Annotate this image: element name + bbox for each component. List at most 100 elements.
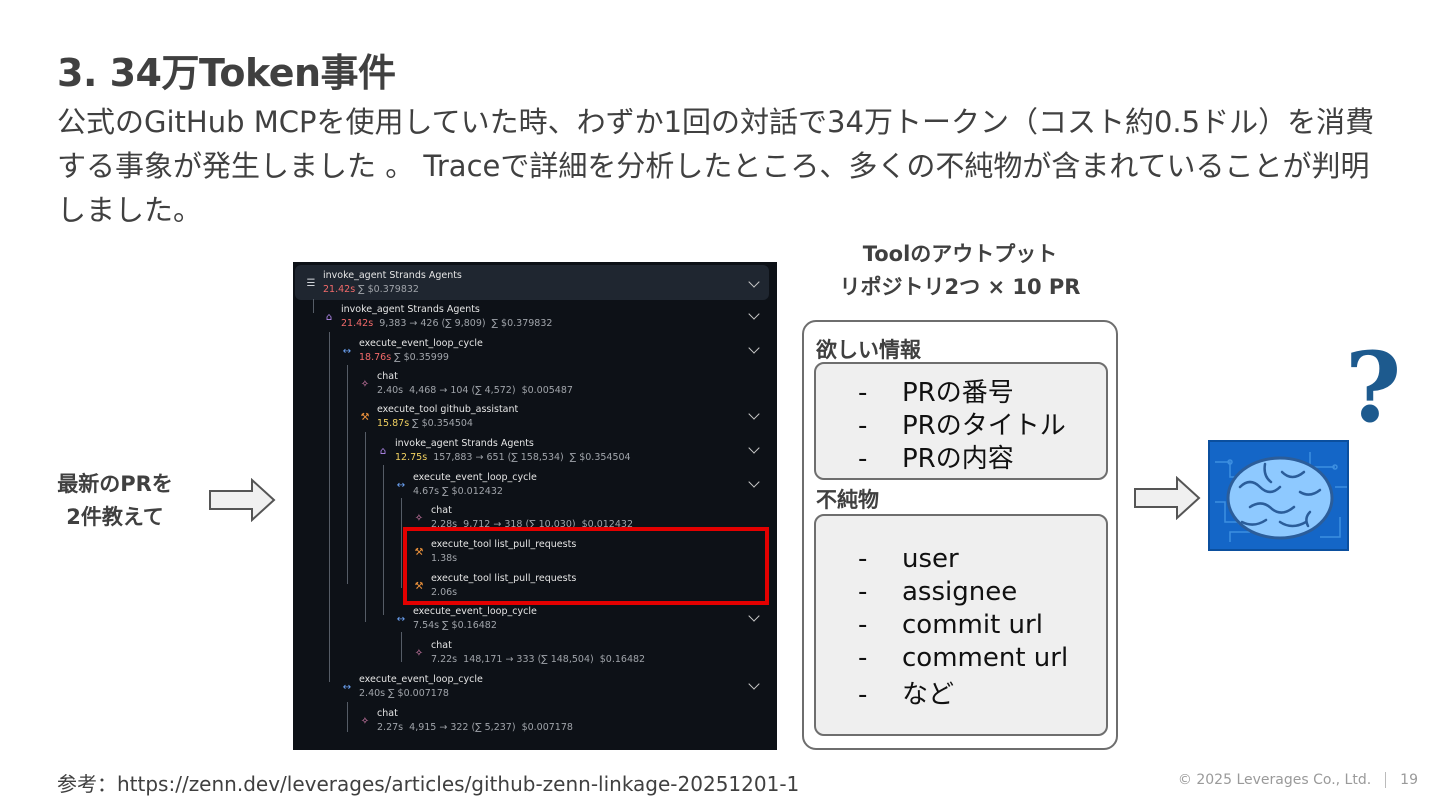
question-mark-icon: ?	[1345, 331, 1402, 444]
span-duration: 21.42s	[341, 318, 374, 329]
chevron-down-icon[interactable]	[748, 610, 760, 622]
span-duration: 12.75s	[395, 452, 428, 463]
reference-link[interactable]: 参考：https://zenn.dev/leverages/articles/g…	[57, 768, 799, 797]
cycle-icon: ↔	[342, 682, 352, 693]
cycle-icon: ↔	[396, 480, 406, 491]
span-meta: 15.87s ∑ $0.354504	[377, 418, 518, 429]
page-number: 19	[1400, 772, 1418, 788]
trace-span-row[interactable]: execute_event_loop_cycle 7.54s ∑ $0.16482	[413, 606, 537, 631]
wanted-info-label: 欲しい情報	[816, 338, 921, 362]
span-meta: 7.54s ∑ $0.16482	[413, 620, 537, 631]
wanted-info-box: - PRの番号 - PRのタイトル - PRの内容	[814, 362, 1108, 480]
span-name: invoke_agent Strands Agents	[395, 438, 534, 449]
right-arrow-icon	[209, 478, 276, 522]
trace-panel: ☰ invoke_agent Strands Agents 21.42s ∑ $0.…	[293, 262, 777, 750]
span-meta: 21.42s 9,383 → 426 (∑ 9,809) ∑ $0.379832	[341, 318, 552, 329]
span-name: chat	[377, 371, 398, 382]
span-meta: 2.40s 4,468 → 104 (∑ 4,572) $0.005487	[377, 385, 573, 396]
span-duration: 18.76s	[359, 352, 392, 363]
user-query-line2: 2件教えて	[66, 505, 164, 529]
span-name: execute_tool github_assistant	[377, 404, 519, 415]
span-meta: 21.42s ∑ $0.379832	[323, 284, 462, 295]
span-cost: ∑ $0.379832	[355, 284, 419, 295]
trace-span-row[interactable]: invoke_agent Strands Agents 12.75s 157,88…	[395, 438, 631, 463]
chevron-down-icon[interactable]	[748, 442, 760, 454]
robot-icon: ⌂	[379, 446, 387, 457]
span-duration: 7.22s	[431, 654, 458, 665]
chat-icon: ✧	[360, 379, 370, 390]
copyright: © 2025 Leverages Co., Ltd.	[1177, 772, 1372, 788]
slide-title: 3. 34万Token事件	[57, 51, 396, 95]
user-query-line1: 最新のPRを	[57, 472, 173, 496]
tool-output-line2: リポジトリ2つ × 10 PR	[839, 275, 1081, 299]
impurity-box: - user - assignee - commit url - comment url…	[814, 514, 1108, 736]
span-cost: 4,915 → 322 (∑ 5,237) $0.007178	[403, 722, 573, 733]
impurity-item: - assignee	[858, 577, 1018, 607]
span-name: invoke_agent Strands Agents	[341, 304, 480, 315]
cycle-icon: ↔	[342, 346, 352, 357]
highlight-box	[403, 527, 769, 605]
span-name: execute_event_loop_cycle	[413, 606, 537, 617]
span-meta: 18.76s ∑ $0.35999	[359, 352, 483, 363]
span-cost: 4,468 → 104 (∑ 4,572) $0.005487	[403, 385, 573, 396]
span-meta: 4.67s ∑ $0.012432	[413, 486, 537, 497]
trace-span-row[interactable]: invoke_agent Strands Agents 21.42s ∑ $0.3…	[323, 270, 462, 295]
chat-icon: ✧	[414, 513, 424, 524]
trace-span-row[interactable]: chat 7.22s 148,171 → 333 (∑ 148,504) $0.1…	[431, 640, 645, 665]
span-meta: 7.22s 148,171 → 333 (∑ 148,504) $0.16482	[431, 654, 645, 665]
footer: © 2025 Leverages Co., Ltd. 19	[1178, 772, 1418, 788]
impurity-item: - など	[858, 680, 955, 710]
chevron-down-icon[interactable]	[748, 476, 760, 488]
span-cost: 148,171 → 333 (∑ 148,504) $0.16482	[457, 654, 646, 665]
right-arrow-icon	[1134, 476, 1201, 520]
span-name: execute_event_loop_cycle	[359, 338, 483, 349]
span-name: chat	[431, 640, 452, 651]
span-cost: ∑ $0.354504	[409, 418, 473, 429]
trace-span-row[interactable]: chat 2.27s 4,915 → 322 (∑ 5,237) $0.00717…	[377, 708, 573, 733]
chevron-down-icon[interactable]	[748, 342, 760, 354]
trace-span-row[interactable]: chat 2.40s 4,468 → 104 (∑ 4,572) $0.00548…	[377, 371, 573, 396]
trace-span-row[interactable]: execute_tool github_assistant 15.87s ∑ $0…	[377, 404, 518, 429]
impurity-item: - commit url	[858, 610, 1043, 640]
chat-icon: ✧	[414, 648, 424, 659]
brain-icon	[1215, 452, 1347, 542]
trace-span-row[interactable]: invoke_agent Strands Agents 21.42s 9,383 …	[341, 304, 552, 329]
trace-span-row[interactable]: execute_event_loop_cycle 18.76s ∑ $0.3599…	[359, 338, 483, 363]
span-name: chat	[431, 505, 452, 516]
wanted-item: - PRのタイトル	[858, 411, 1066, 441]
tool-output-heading: Toolのアウトプット リポジトリ2つ × 10 PR	[800, 238, 1120, 304]
span-cost: ∑ $0.16482	[439, 620, 497, 631]
span-cost: 157,883 → 651 (∑ 158,534) ∑ $0.354504	[427, 452, 631, 463]
chevron-down-icon[interactable]	[748, 678, 760, 690]
cycle-icon: ↔	[396, 614, 406, 625]
span-cost: 9,383 → 426 (∑ 9,809) ∑ $0.379832	[373, 318, 553, 329]
impurity-item: - comment url	[858, 643, 1069, 673]
slide-subtitle: 公式のGitHub MCPを使用していた時、わずか1回の対話で34万トークン（コ…	[57, 105, 1375, 227]
span-name: execute_event_loop_cycle	[413, 472, 537, 483]
span-duration: 7.54s	[413, 620, 440, 631]
robot-icon: ⌂	[325, 312, 333, 323]
chat-icon: ✧	[360, 716, 370, 727]
ai-brain-image	[1208, 440, 1349, 551]
span-name: chat	[377, 708, 398, 719]
user-query-label: 最新のPRを 2件教えて	[40, 468, 190, 534]
span-cost: ∑ $0.007178	[385, 688, 449, 699]
span-cost: ∑ $0.35999	[391, 352, 449, 363]
span-duration: 15.87s	[377, 418, 410, 429]
span-cost: ∑ $0.012432	[439, 486, 503, 497]
span-duration: 2.27s	[377, 722, 404, 733]
span-meta: 12.75s 157,883 → 651 (∑ 158,534) ∑ $0.35…	[395, 452, 631, 463]
trace-span-row[interactable]: execute_event_loop_cycle 2.40s ∑ $0.00717…	[359, 674, 483, 699]
tool-output-box: 欲しい情報 - PRの番号 - PRのタイトル - PRの内容 不純物 - user -…	[802, 320, 1118, 750]
impurity-item: - user	[858, 544, 959, 574]
impurity-label: 不純物	[816, 488, 879, 512]
wanted-item: - PRの番号	[858, 378, 1014, 408]
wanted-item: - PRの内容	[858, 444, 1014, 474]
chevron-down-icon[interactable]	[748, 308, 760, 320]
span-duration: 2.40s	[377, 385, 404, 396]
chevron-down-icon[interactable]	[748, 408, 760, 420]
trace-span-row[interactable]: execute_event_loop_cycle 4.67s ∑ $0.01243…	[413, 472, 537, 497]
tool-output-line1: Toolのアウトプット	[862, 242, 1058, 266]
span-name: invoke_agent Strands Agents	[323, 270, 462, 281]
span-name: execute_event_loop_cycle	[359, 674, 483, 685]
